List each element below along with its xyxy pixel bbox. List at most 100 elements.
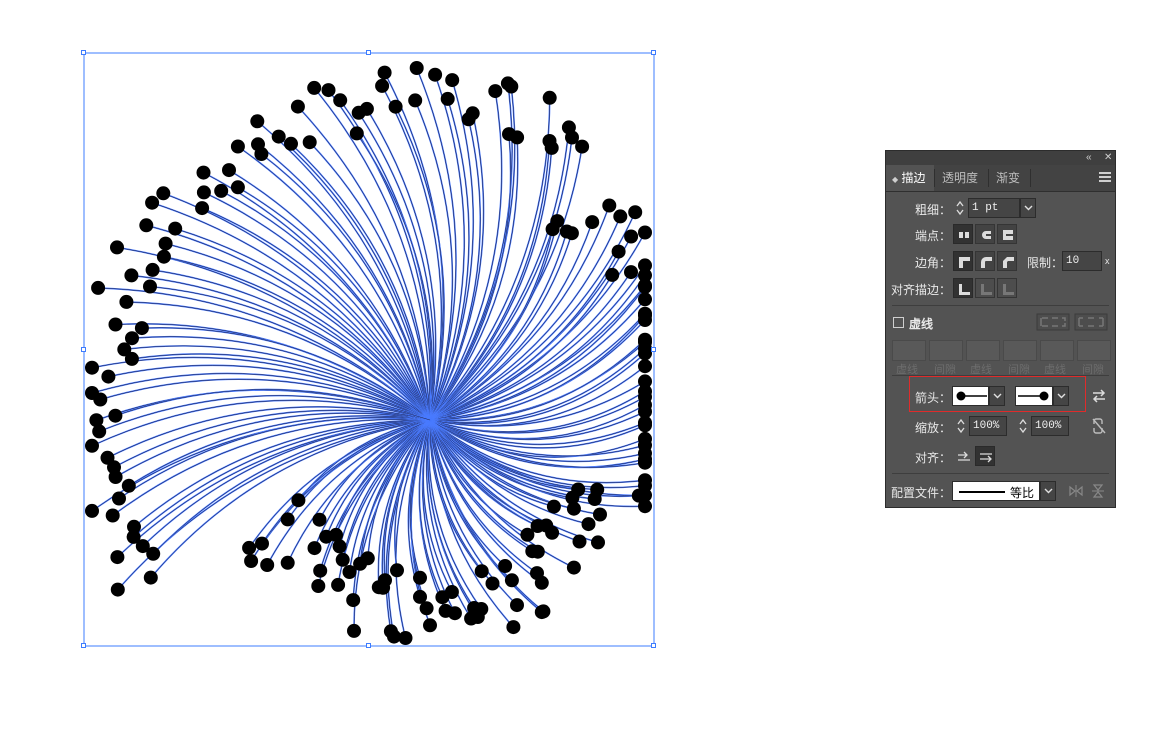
tab-transparency[interactable]: 透明度 <box>936 165 988 191</box>
selection-handle-top-right[interactable] <box>651 50 656 55</box>
swap-arrowheads-icon[interactable] <box>1091 389 1107 403</box>
dash-1-field[interactable] <box>892 340 926 361</box>
endpoint-dot <box>145 195 160 210</box>
start-arrowhead-select[interactable] <box>952 386 989 406</box>
miter-join-button[interactable] <box>953 251 973 271</box>
endpoint-dot <box>638 308 652 323</box>
selection-handle-middle-right[interactable] <box>651 347 656 352</box>
endpoint-dot <box>581 517 596 532</box>
start-scale-input[interactable]: 100% <box>969 416 1007 436</box>
endpoint-dot <box>624 265 638 280</box>
dash-3-field[interactable] <box>1040 340 1074 361</box>
endpoint-dot <box>510 598 524 613</box>
round-cap-button[interactable] <box>975 224 995 244</box>
align-outside-icon <box>1003 284 1014 295</box>
extend-arrow-beyond-path-button[interactable] <box>953 446 973 466</box>
profile-select[interactable]: 等比 <box>952 481 1040 501</box>
endpoint-dot <box>156 249 171 264</box>
tab-gradient[interactable]: 渐变 <box>990 165 1030 191</box>
gap-1-field[interactable] <box>929 340 963 361</box>
align-stroke-center-button[interactable] <box>953 278 973 298</box>
gap-3-field[interactable] <box>1077 340 1111 361</box>
endpoint-dot <box>331 577 346 592</box>
endpoint-dot <box>413 589 427 604</box>
dash-align-corners-icon[interactable] <box>1074 313 1108 331</box>
weight-input[interactable]: 1 pt <box>968 198 1020 218</box>
tab-stroke[interactable]: ◆ 描边 <box>886 165 934 191</box>
endpoint-dot <box>510 130 525 145</box>
endpoint-dot <box>255 536 269 551</box>
endpoint-dot <box>244 554 259 568</box>
selection-handle-middle-left[interactable] <box>81 347 86 352</box>
panel-menu-icon[interactable] <box>1099 172 1111 184</box>
endpoint-dot <box>321 83 336 98</box>
selection-handle-bottom-right[interactable] <box>651 643 656 648</box>
projecting-cap-button[interactable] <box>997 224 1017 244</box>
endpoint-dot <box>85 386 99 400</box>
flip-across-icon[interactable] <box>1091 483 1105 499</box>
gap-2-field[interactable] <box>1003 340 1037 361</box>
endpoint-dot <box>291 493 306 508</box>
endpoint-dot <box>156 186 171 201</box>
end-arrowhead-select[interactable] <box>1015 386 1053 406</box>
selection-handle-top-left[interactable] <box>81 50 86 55</box>
chevron-down-icon <box>1024 205 1033 211</box>
profile-value: 等比 <box>1009 486 1034 500</box>
endpoint-dot <box>260 558 275 572</box>
endpoint-dot <box>100 450 115 465</box>
start-arrowhead-dropdown-button[interactable] <box>989 386 1005 406</box>
profile-dropdown-button[interactable] <box>1040 481 1056 501</box>
place-arrow-at-path-end-button[interactable] <box>975 446 995 466</box>
dash-2-field[interactable] <box>966 340 1000 361</box>
endpoint-dot <box>307 80 322 95</box>
weight-stepper-icon[interactable] <box>954 198 966 218</box>
endpoint-dot <box>121 478 136 493</box>
profile-preview-line <box>959 491 1005 493</box>
selection-handle-bottom-middle[interactable] <box>366 643 371 648</box>
selection-handle-top-middle[interactable] <box>366 50 371 55</box>
end-arrowhead-dropdown-button[interactable] <box>1053 386 1069 406</box>
endpoint-dot <box>423 618 437 633</box>
weight-dropdown-button[interactable] <box>1020 198 1036 218</box>
link-scale-icon[interactable] <box>1091 417 1107 435</box>
dashed-line-checkbox[interactable] <box>893 317 904 328</box>
endpoint-dot <box>230 139 245 154</box>
endpoint-dot <box>92 424 107 439</box>
align-stroke-inside-button[interactable] <box>975 278 995 298</box>
round-join-button[interactable] <box>975 251 995 271</box>
endpoint-dot <box>390 563 404 578</box>
endpoint-dot <box>408 93 423 108</box>
miter-limit-input[interactable]: 10 <box>1062 251 1102 271</box>
stroke-line <box>429 419 646 463</box>
dash-preserve-exact-icon[interactable] <box>1036 313 1070 331</box>
stroke-line <box>131 353 431 421</box>
endpoint-dot <box>230 180 245 195</box>
artwork-canvas[interactable] <box>0 0 700 737</box>
flip-along-icon[interactable] <box>1068 484 1084 498</box>
endpoint-dot <box>91 280 106 295</box>
endpoint-dot <box>587 492 602 506</box>
selection-handle-bottom-left[interactable] <box>81 643 86 648</box>
endpoint-dot <box>624 229 639 244</box>
close-panel-icon[interactable]: ✕ <box>1104 151 1112 165</box>
end-scale-input[interactable]: 100% <box>1031 416 1069 436</box>
bevel-join-button[interactable] <box>997 251 1017 271</box>
endpoint-dot <box>101 369 116 384</box>
endpoint-dot <box>638 473 652 488</box>
endpoint-dot <box>312 512 327 527</box>
round-join-icon <box>981 257 992 268</box>
miter-join-icon <box>959 257 970 268</box>
stroke-line <box>131 353 431 421</box>
endpoint-dot <box>335 552 350 567</box>
start-scale-stepper-icon[interactable] <box>955 416 967 436</box>
collapse-panel-icon[interactable]: « <box>1086 151 1092 165</box>
align-stroke-outside-button[interactable] <box>997 278 1017 298</box>
butt-cap-button[interactable] <box>953 224 973 244</box>
dashed-line-label: 虚线 <box>909 317 934 331</box>
round-dot-arrowhead-icon <box>956 391 987 401</box>
arrowheads-label: 箭头： <box>915 391 952 405</box>
endpoint-dot <box>474 564 489 579</box>
panel-title-bar[interactable]: « ✕ <box>886 151 1115 165</box>
endpoint-dot <box>485 576 500 591</box>
end-scale-stepper-icon[interactable] <box>1017 416 1029 436</box>
